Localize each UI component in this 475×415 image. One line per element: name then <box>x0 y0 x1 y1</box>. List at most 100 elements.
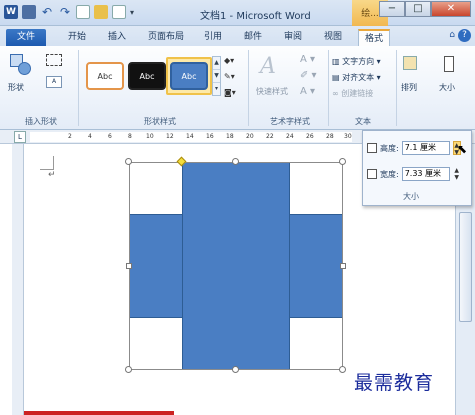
shape-style-blue[interactable]: Abc <box>170 62 208 90</box>
group-label-text: 文本 <box>355 117 371 126</box>
tab-format[interactable]: 格式 <box>358 29 391 46</box>
create-link-button[interactable]: ∞ 创建链接 <box>332 88 373 99</box>
shape-fill-icon[interactable]: ◆▾ <box>224 56 234 65</box>
group-label-insert-shapes: 插入形状 <box>25 117 57 126</box>
align-text-label: 对齐文本 <box>342 73 375 82</box>
customize-qat-dropdown[interactable]: ▾ <box>130 8 134 17</box>
help-icon[interactable]: ? <box>458 29 471 42</box>
gallery-down-icon[interactable]: ▼ <box>213 70 220 83</box>
cross-shape[interactable] <box>125 156 346 373</box>
shape-style-orange-outline[interactable]: Abc <box>86 62 124 90</box>
tab-view[interactable]: 视图 <box>318 29 348 46</box>
group-label-shape-styles: 形状样式 <box>144 117 176 126</box>
gallery-up-icon[interactable]: ▲ <box>213 57 220 70</box>
text-box-icon[interactable]: A <box>46 76 62 88</box>
close-button[interactable]: ✕ <box>431 1 471 17</box>
ruler-tick: 26 <box>306 133 314 140</box>
wordart-quick-styles-icon[interactable]: A <box>260 54 276 79</box>
ribbon: 形状 A 插入形状 Abc Abc Abc ▲ ▼ ▾ ◆▾ ✎▾ ◙▾ 形状样… <box>0 46 475 130</box>
tab-home[interactable]: 开始 <box>62 29 92 46</box>
margin-corner-mark <box>40 156 54 170</box>
ruler-tick: 22 <box>266 133 274 140</box>
maximize-button[interactable]: □ <box>405 1 431 17</box>
print-preview-icon[interactable] <box>112 5 126 19</box>
align-text-button[interactable]: ▤ 对齐文本 ▾ <box>332 72 381 83</box>
cross-vertical-bar[interactable] <box>182 162 290 370</box>
ruler-tick: 16 <box>206 133 214 140</box>
resize-handle-bottom-left[interactable] <box>125 366 132 373</box>
quick-access-toolbar: W ↶ ↷ ▾ <box>4 5 134 19</box>
height-input[interactable]: 7.1 厘米 <box>401 141 450 155</box>
tab-file[interactable]: 文件 <box>6 29 46 46</box>
ruler-tick: 2 <box>68 133 72 140</box>
text-effects-icon[interactable]: A ▾ <box>300 86 315 97</box>
ruler-tick: 6 <box>108 133 112 140</box>
shape-height-icon <box>367 143 377 153</box>
resize-handle-top-right[interactable] <box>339 158 346 165</box>
create-link-label: 创建链接 <box>341 89 374 98</box>
resize-handle-top-left[interactable] <box>125 158 132 165</box>
height-label: 高度: <box>380 143 399 153</box>
redo-icon[interactable]: ↷ <box>58 5 72 19</box>
text-fill-icon[interactable]: A ▾ <box>300 54 315 65</box>
size-button-label[interactable]: 大小 <box>439 82 455 93</box>
size-icon[interactable] <box>444 56 454 72</box>
ruler-tick: 30 <box>344 133 352 140</box>
mouse-cursor-icon: ⬉ <box>457 142 468 156</box>
title-bar: W ↶ ↷ ▾ 文档1 - Microsoft Word 绘... − □ ✕ <box>0 0 475 26</box>
undo-icon[interactable]: ↶ <box>40 5 54 19</box>
shape-outline-icon[interactable]: ✎▾ <box>224 72 235 81</box>
gallery-more-icon[interactable]: ▾ <box>213 83 220 95</box>
open-folder-icon[interactable] <box>94 5 108 19</box>
width-spinner[interactable]: ▲ ▼ <box>453 167 461 181</box>
ruler-scale[interactable]: 2 4 6 8 10 12 14 16 18 20 22 24 26 28 30 <box>30 132 352 142</box>
tab-review[interactable]: 审阅 <box>278 29 308 46</box>
ruler-tick: 10 <box>146 133 154 140</box>
ruler-tick: 8 <box>128 133 132 140</box>
window-controls: − □ ✕ <box>379 1 471 17</box>
word-app-icon[interactable]: W <box>4 5 18 19</box>
width-input[interactable]: 7.33 厘米 <box>401 167 450 181</box>
save-icon[interactable] <box>22 5 36 19</box>
text-direction-button[interactable]: ▥ 文字方向 ▾ <box>332 56 381 67</box>
shape-style-black[interactable]: Abc <box>128 62 166 90</box>
ruler-tick: 18 <box>226 133 234 140</box>
shapes-button-label[interactable]: 形状 <box>8 82 24 93</box>
tab-mailings[interactable]: 邮件 <box>238 29 268 46</box>
text-direction-label: 文字方向 <box>342 57 375 66</box>
watermark-text: 最需教育 <box>354 372 435 394</box>
ribbon-tabs: 文件 开始 插入 页面布局 引用 邮件 审阅 视图 格式 ⌂ ? <box>0 26 475 46</box>
tab-page-layout[interactable]: 页面布局 <box>142 29 190 46</box>
group-divider <box>248 50 249 126</box>
ruler-tick: 28 <box>326 133 334 140</box>
group-divider <box>396 50 397 126</box>
tab-references[interactable]: 引用 <box>198 29 228 46</box>
edit-shape-icon[interactable] <box>46 54 62 66</box>
text-outline-icon[interactable]: ✐ ▾ <box>300 70 317 81</box>
scrollbar-thumb[interactable] <box>459 212 472 322</box>
window-title: 文档1 - Microsoft Word <box>200 11 311 22</box>
ruler-tick: 24 <box>286 133 294 140</box>
resize-handle-top[interactable] <box>232 158 239 165</box>
resize-handle-left[interactable] <box>126 263 132 269</box>
resize-handle-bottom-right[interactable] <box>339 366 346 373</box>
ruler-tick: 14 <box>186 133 194 140</box>
width-row: 宽度: 7.33 厘米 ▲ ▼ <box>367 167 461 181</box>
style-gallery-scroll[interactable]: ▲ ▼ ▾ <box>212 56 221 96</box>
bottom-accent-bar <box>24 411 174 415</box>
resize-handle-bottom[interactable] <box>232 366 239 373</box>
minimize-ribbon-icon[interactable]: ⌂ <box>449 30 455 40</box>
tab-insert[interactable]: 插入 <box>102 29 132 46</box>
arrange-button-label[interactable]: 排列 <box>401 82 417 93</box>
resize-handle-right[interactable] <box>340 263 346 269</box>
ruler-tick: 4 <box>88 133 92 140</box>
shape-effects-icon[interactable]: ◙▾ <box>224 88 236 97</box>
arrange-icon[interactable] <box>403 56 417 70</box>
minimize-button[interactable]: − <box>379 1 405 17</box>
shapes-icon[interactable] <box>10 54 32 76</box>
size-group-popup: 高度: 7.1 厘米 ▲ ▼ 宽度: 7.33 厘米 ▲ ▼ 大小 <box>362 130 472 206</box>
tab-selector[interactable]: L <box>14 131 26 143</box>
new-document-icon[interactable] <box>76 5 90 19</box>
quick-styles-label[interactable]: 快速样式 <box>256 86 288 97</box>
height-row: 高度: 7.1 厘米 ▲ ▼ <box>367 141 461 156</box>
